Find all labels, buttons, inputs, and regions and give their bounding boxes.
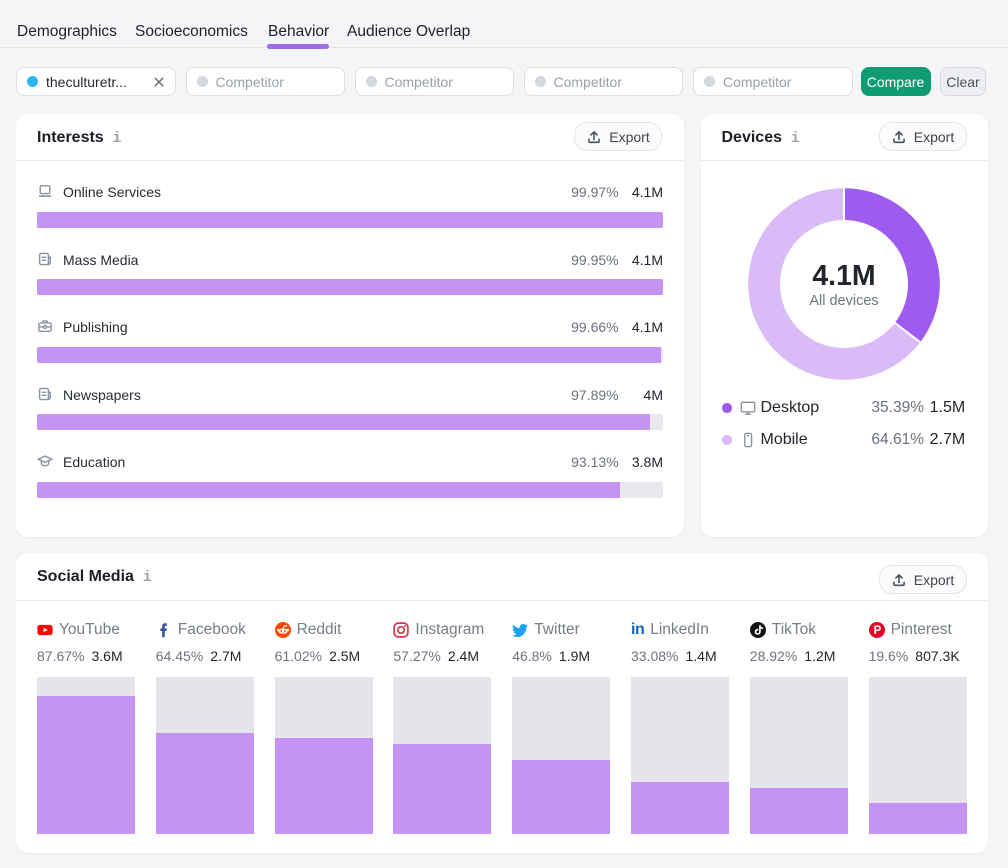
svg-text:P: P bbox=[873, 625, 881, 637]
